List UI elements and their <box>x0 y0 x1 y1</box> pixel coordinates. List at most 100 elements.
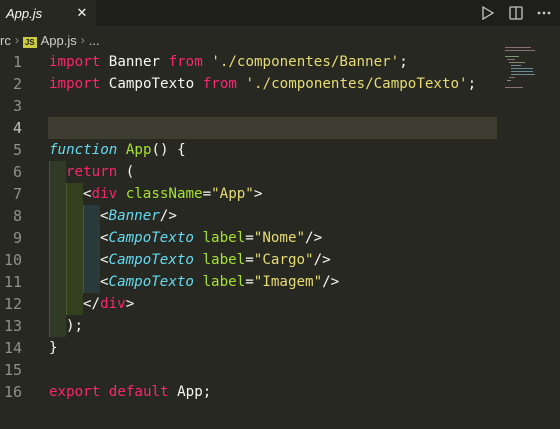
chevron-right-icon: › <box>14 33 19 47</box>
code-line[interactable]: 6 return ( <box>0 161 560 183</box>
tab-app-js[interactable]: App.js ✕ <box>0 0 96 26</box>
code-token: = <box>202 186 212 202</box>
code-token: = <box>245 230 254 246</box>
js-file-icon: JS <box>22 36 37 48</box>
breadcrumb-folder[interactable]: rc <box>0 33 11 48</box>
code-token: "App" <box>211 186 254 202</box>
line-number: 9 <box>12 229 22 247</box>
code-text: import Banner from './componentes/Banner… <box>49 51 408 73</box>
line-number: 4 <box>12 119 22 137</box>
code-token: function <box>49 142 118 158</box>
code-token: < <box>100 274 109 290</box>
breadcrumb: rc › JS App.js › ... <box>0 31 560 49</box>
minimap[interactable] <box>505 45 555 90</box>
indent-guide <box>49 271 66 293</box>
code-token: from <box>168 54 203 70</box>
code-token: CampoTexto <box>108 274 194 290</box>
code-token: './componentes/CampoTexto' <box>245 76 468 92</box>
code-line[interactable]: 11 <CampoTexto label="Imagem"/> <box>0 271 560 293</box>
code-token: export <box>49 384 101 400</box>
editor-actions <box>480 4 552 22</box>
tab-bar: App.js ✕ <box>0 0 560 26</box>
code-line[interactable]: 14} <box>0 337 560 359</box>
code-token: () <box>151 142 169 158</box>
indent-guide <box>66 205 83 227</box>
line-number: 16 <box>3 383 22 401</box>
code-token: div <box>100 296 126 312</box>
code-text: export default App; <box>49 381 211 403</box>
indent-guide <box>66 183 83 205</box>
code-line[interactable]: 10 <CampoTexto label="Cargo"/> <box>0 249 560 271</box>
code-text: ); <box>66 315 83 337</box>
code-token: className <box>125 186 203 202</box>
indent-guide <box>49 315 66 337</box>
code-line[interactable]: 1 import Banner from './componentes/Banne… <box>0 51 560 73</box>
code-line[interactable]: 7 <div className="App"> <box>0 183 560 205</box>
code-token: /> <box>322 274 340 290</box>
breadcrumb-file[interactable]: JS App.js <box>22 33 77 48</box>
code-text: return ( <box>66 161 134 183</box>
code-line[interactable]: 15 <box>0 359 560 381</box>
line-number: 7 <box>12 185 22 203</box>
code-text: <CampoTexto label="Cargo"/> <box>100 249 331 271</box>
tab-title: App.js <box>6 5 43 21</box>
code-token: </ <box>83 296 101 312</box>
code-token: Banner <box>108 208 160 224</box>
line-number: 1 <box>12 53 22 71</box>
code-token: > <box>253 186 263 202</box>
code-token: label <box>202 252 246 268</box>
code-text: function App() { <box>49 139 186 161</box>
line-number: 6 <box>12 163 22 181</box>
more-icon[interactable] <box>536 5 552 21</box>
play-icon[interactable] <box>480 5 496 21</box>
indent-guide <box>49 293 66 315</box>
code-line[interactable]: 9 <CampoTexto label="Nome"/> <box>0 227 560 249</box>
code-token: ; <box>399 54 408 70</box>
indent-guide <box>66 249 83 271</box>
code-text: <Banner/> <box>100 205 177 227</box>
code-token: label <box>202 274 246 290</box>
code-token: { <box>177 142 186 158</box>
code-token: < <box>100 230 109 246</box>
code-line[interactable]: 2 import CampoTexto from './componentes/C… <box>0 73 560 95</box>
code-line[interactable]: 5 function App() { <box>0 139 560 161</box>
line-number: 15 <box>3 361 22 379</box>
code-text: <div className="App"> <box>83 183 262 205</box>
indent-guide <box>66 271 83 293</box>
code-token: /> <box>305 230 323 246</box>
code-token: "Nome" <box>253 230 306 246</box>
code-line[interactable]: 4 <box>0 117 560 139</box>
code-token: default <box>108 384 169 400</box>
code-token: CampoTexto <box>108 76 195 92</box>
code-line[interactable]: 16 export default App; <box>0 381 560 403</box>
code-line[interactable]: 3 <box>0 95 560 117</box>
line-number: 2 <box>12 75 22 93</box>
indent-guide <box>49 227 66 249</box>
code-line[interactable]: 12 </div> <box>0 293 560 315</box>
indent-guide <box>49 205 66 227</box>
indent-guide <box>66 293 83 315</box>
chevron-right-icon: › <box>80 33 85 47</box>
line-number: 3 <box>12 97 22 115</box>
code-token: import <box>49 76 101 92</box>
code-token: ( <box>125 164 135 180</box>
code-text: <CampoTexto label="Imagem"/> <box>100 271 339 293</box>
code-token: > <box>125 296 135 312</box>
code-text: </div> <box>83 293 134 315</box>
code-line[interactable]: 13); <box>0 315 560 337</box>
code-token: ); <box>66 318 84 334</box>
indent-guide <box>83 227 100 249</box>
indent-guide <box>66 227 83 249</box>
split-editor-icon[interactable] <box>508 5 524 21</box>
indent-guide <box>83 271 100 293</box>
line-number: 14 <box>3 339 22 357</box>
code-line[interactable]: 8 <Banner/> <box>0 205 560 227</box>
code-token: = <box>245 252 254 268</box>
code-token: "Imagem" <box>253 274 323 290</box>
code-token: /> <box>159 208 177 224</box>
code-token: ; <box>467 76 477 92</box>
code-token: "Cargo" <box>253 252 314 268</box>
code-token: < <box>83 186 92 202</box>
close-icon[interactable]: ✕ <box>73 4 91 22</box>
breadcrumb-more[interactable]: ... <box>89 33 100 48</box>
